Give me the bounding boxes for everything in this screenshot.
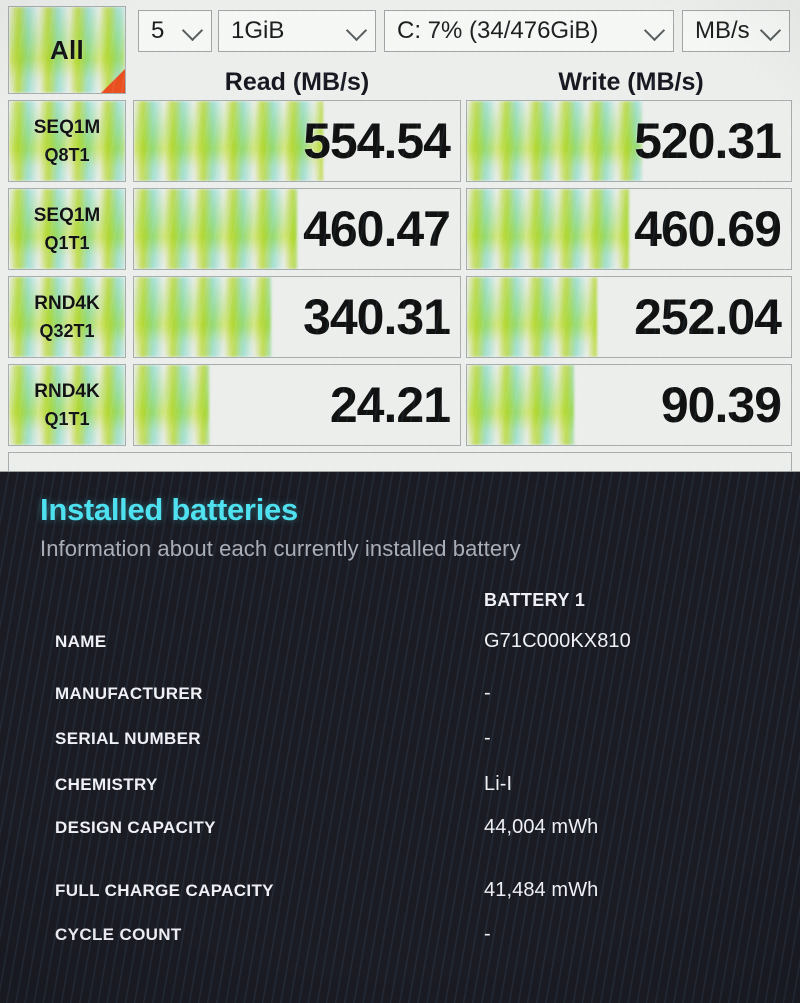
page-title: Installed batteries <box>40 492 298 527</box>
run-all-button[interactable]: All <box>8 6 126 94</box>
row-value: Li-I <box>484 773 513 795</box>
unit-value: MB/s <box>695 17 750 44</box>
row-label: NAME <box>55 632 107 651</box>
table-row: CHEMISTRY Li-I <box>0 773 800 803</box>
row-label: FULL CHARGE CAPACITY <box>55 881 274 900</box>
read-value: 554.54 <box>303 113 451 169</box>
screen-photo: All 5 1GiB C: 7% (34/476GiB) MB/s Read (… <box>0 0 800 1003</box>
table-row: FULL CHARGE CAPACITY 41,484 mWh <box>0 879 800 909</box>
diskmark-toolbar: All 5 1GiB C: 7% (34/476GiB) MB/s <box>0 0 800 94</box>
queue-depth: Q1T1 <box>44 408 90 429</box>
write-value: 460.69 <box>634 201 782 257</box>
queue-depth: Q32T1 <box>39 320 95 341</box>
table-header-row: BATTERY 1 <box>0 590 800 620</box>
installed-batteries-panel: Installed batteries Information about ea… <box>0 472 800 1003</box>
test-name: RND4K <box>34 293 100 315</box>
drive-value: C: 7% (34/476GiB) <box>397 17 599 44</box>
write-value: 252.04 <box>634 289 782 345</box>
read-value: 24.21 <box>329 377 451 433</box>
write-result-cell[interactable]: 90.39 <box>466 364 792 446</box>
run-all-label: All <box>49 34 85 65</box>
write-result-cell[interactable]: 460.69 <box>466 188 792 270</box>
row-label: CYCLE COUNT <box>55 925 182 944</box>
benchmark-row: SEQ1M Q8T1 554.54 520.31 <box>0 100 800 185</box>
table-row: SERIAL NUMBER - <box>0 727 800 757</box>
chevron-down-icon <box>643 19 666 42</box>
read-result-cell[interactable]: 460.47 <box>133 188 461 270</box>
benchmark-row: RND4K Q1T1 24.21 90.39 <box>0 364 800 449</box>
row-label: DESIGN CAPACITY <box>55 818 216 837</box>
read-value: 460.47 <box>303 201 451 257</box>
row-label: CHEMISTRY <box>55 775 158 794</box>
read-result-cell[interactable]: 340.31 <box>133 276 461 358</box>
row-value: - <box>484 727 491 749</box>
benchmark-row: SEQ1M Q1T1 460.47 460.69 <box>0 188 800 273</box>
result-bar <box>134 101 324 181</box>
row-value: 41,484 mWh <box>484 879 599 901</box>
test-name: SEQ1M <box>33 117 101 139</box>
row-label: SERIAL NUMBER <box>55 729 201 748</box>
row-value: - <box>484 923 491 945</box>
write-value: 90.39 <box>660 377 782 433</box>
unit-dropdown[interactable]: MB/s <box>682 10 790 52</box>
test-profile-button[interactable]: RND4K Q1T1 <box>8 364 126 446</box>
drive-dropdown[interactable]: C: 7% (34/476GiB) <box>384 10 674 52</box>
chevron-down-icon <box>181 19 204 42</box>
status-strip <box>8 452 792 471</box>
result-bar <box>134 277 271 357</box>
test-name: SEQ1M <box>33 205 101 227</box>
run-count-value: 5 <box>151 17 165 44</box>
write-result-cell[interactable]: 520.31 <box>466 100 792 182</box>
read-value: 340.31 <box>303 289 451 345</box>
write-column-header: Write (MB/s) <box>558 68 704 96</box>
read-column-header: Read (MB/s) <box>224 68 370 96</box>
test-name: RND4K <box>34 381 100 403</box>
result-bar <box>467 101 642 181</box>
table-row: NAME G71C000KX810 <box>0 630 800 660</box>
row-label: MANUFACTURER <box>55 684 203 703</box>
chevron-down-icon <box>759 19 782 42</box>
queue-depth: Q8T1 <box>44 144 90 165</box>
table-row: DESIGN CAPACITY 44,004 mWh <box>0 816 800 846</box>
read-result-cell[interactable]: 24.21 <box>133 364 461 446</box>
chevron-down-icon <box>345 19 368 42</box>
row-value: - <box>484 682 491 704</box>
corner-marker-icon <box>101 69 125 93</box>
test-profile-button[interactable]: SEQ1M Q8T1 <box>8 100 126 182</box>
test-profile-button[interactable]: SEQ1M Q1T1 <box>8 188 126 270</box>
row-value: G71C000KX810 <box>484 630 631 652</box>
read-result-cell[interactable]: 554.54 <box>133 100 461 182</box>
test-profile-button[interactable]: RND4K Q32T1 <box>8 276 126 358</box>
table-row: MANUFACTURER - <box>0 682 800 712</box>
table-row: CYCLE COUNT - <box>0 923 800 953</box>
battery-column-header: BATTERY 1 <box>484 590 586 610</box>
result-bar <box>134 365 209 445</box>
write-result-cell[interactable]: 252.04 <box>466 276 792 358</box>
test-size-dropdown[interactable]: 1GiB <box>218 10 376 52</box>
crystaldiskmark-panel: All 5 1GiB C: 7% (34/476GiB) MB/s Read (… <box>0 0 800 472</box>
benchmark-row: RND4K Q32T1 340.31 252.04 <box>0 276 800 361</box>
write-value: 520.31 <box>634 113 782 169</box>
queue-depth: Q1T1 <box>44 232 90 253</box>
result-bar <box>134 189 297 269</box>
result-bar <box>467 277 597 357</box>
run-count-dropdown[interactable]: 5 <box>138 10 212 52</box>
test-size-value: 1GiB <box>231 17 285 44</box>
page-subtitle: Information about each currently install… <box>40 536 521 561</box>
result-bar <box>467 189 629 269</box>
row-value: 44,004 mWh <box>484 816 599 838</box>
result-bar <box>467 365 574 445</box>
